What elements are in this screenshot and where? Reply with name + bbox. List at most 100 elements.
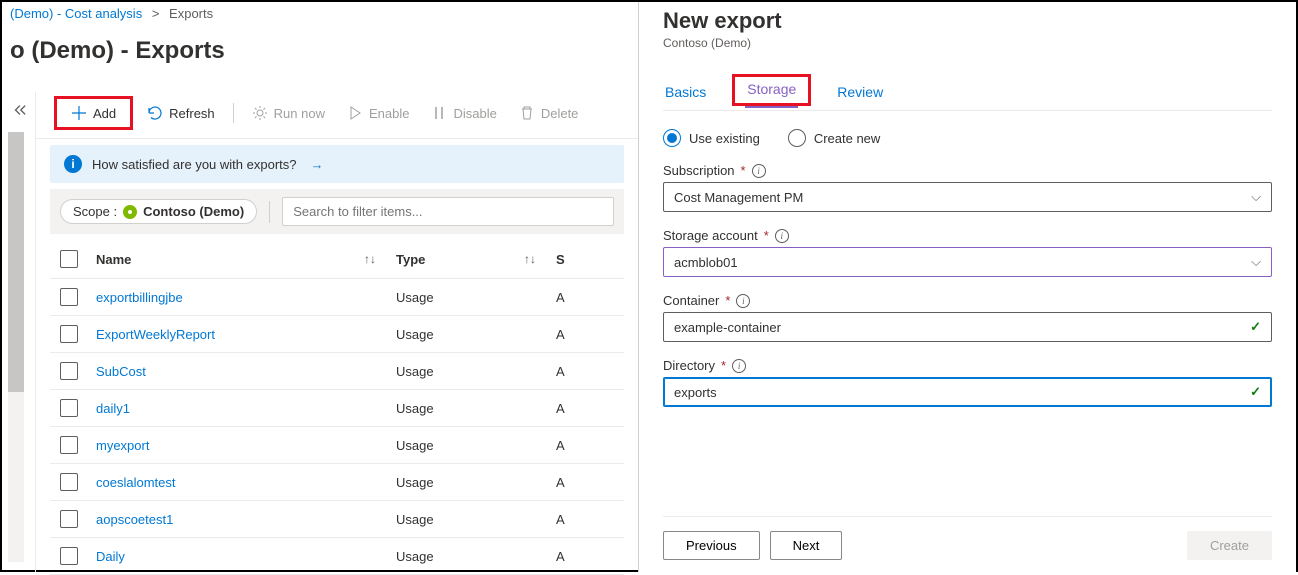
header-s[interactable]: S (556, 252, 565, 267)
storage-mode-radios: Use existing Create new (663, 129, 1272, 147)
row-name-link[interactable]: aopscoetest1 (96, 512, 396, 527)
radio-create-new[interactable]: Create new (788, 129, 880, 147)
row-name-link[interactable]: myexport (96, 438, 396, 453)
infobar-text: How satisfied are you with exports? (92, 157, 296, 172)
row-status: A (556, 290, 586, 305)
pause-icon (431, 105, 447, 121)
chevron-down-icon: ⌵ (1251, 189, 1261, 205)
info-icon[interactable]: i (752, 164, 766, 178)
row-type: Usage (396, 364, 556, 379)
refresh-icon (147, 105, 163, 121)
row-name-link[interactable]: coeslalomtest (96, 475, 396, 490)
row-type: Usage (396, 290, 556, 305)
row-name-link[interactable]: ExportWeeklyReport (96, 327, 396, 342)
scope-label: Scope : (73, 204, 117, 219)
table-row: aopscoetest1UsageA (50, 501, 624, 538)
gear-icon (252, 105, 268, 121)
row-checkbox[interactable] (60, 436, 78, 454)
info-icon: i (64, 155, 82, 173)
sort-icon[interactable]: ↑↓ (364, 252, 376, 266)
breadcrumb-current: Exports (169, 6, 213, 21)
toolbar-divider (233, 103, 234, 123)
arrow-right-icon: → (310, 157, 323, 172)
chevron-down-icon: ⌵ (1251, 254, 1261, 270)
breadcrumb-separator: > (152, 6, 160, 21)
row-name-link[interactable]: Daily (96, 549, 396, 564)
table-row: myexportUsageA (50, 427, 624, 464)
delete-button[interactable]: Delete (511, 101, 587, 125)
row-status: A (556, 438, 586, 453)
directory-input[interactable]: exports (663, 377, 1272, 407)
row-checkbox[interactable] (60, 547, 78, 565)
next-button[interactable]: Next (770, 531, 843, 560)
row-type: Usage (396, 438, 556, 453)
tab-storage[interactable]: Storage (745, 75, 798, 107)
collapse-sidebar-button[interactable] (2, 92, 36, 128)
page-title: o (Demo) - Exports (2, 25, 638, 81)
row-type: Usage (396, 512, 556, 527)
refresh-button[interactable]: Refresh (139, 101, 223, 125)
exports-table: Name↑↓ Type↑↓ S exportbillingjbeUsageAEx… (50, 240, 624, 575)
row-status: A (556, 512, 586, 527)
select-all-checkbox[interactable] (60, 250, 78, 268)
row-name-link[interactable]: exportbillingjbe (96, 290, 396, 305)
storage-account-select[interactable]: acmblob01⌵ (663, 247, 1272, 277)
scope-pill[interactable]: Scope : Contoso (Demo) (60, 199, 257, 224)
row-status: A (556, 401, 586, 416)
add-button[interactable]: Add (63, 101, 124, 125)
search-input[interactable] (282, 197, 614, 226)
panel-footer: Previous Next Create (663, 516, 1272, 560)
previous-button[interactable]: Previous (663, 531, 760, 560)
tab-storage-highlight: Storage (732, 74, 811, 106)
table-row: ExportWeeklyReportUsageA (50, 316, 624, 353)
info-icon[interactable]: i (736, 294, 750, 308)
row-checkbox[interactable] (60, 288, 78, 306)
row-checkbox[interactable] (60, 325, 78, 343)
header-name[interactable]: Name (96, 252, 131, 267)
run-now-button[interactable]: Run now (244, 101, 333, 125)
row-type: Usage (396, 401, 556, 416)
container-input[interactable]: example-container (663, 312, 1272, 342)
row-checkbox[interactable] (60, 473, 78, 491)
row-status: A (556, 327, 586, 342)
feedback-infobar[interactable]: i How satisfied are you with exports? → (50, 145, 624, 183)
plus-icon (71, 105, 87, 121)
create-button[interactable]: Create (1187, 531, 1272, 560)
new-export-panel: New export Contoso (Demo) Basics Storage… (638, 2, 1296, 572)
breadcrumb: (Demo) - Cost analysis > Exports (2, 2, 638, 25)
row-name-link[interactable]: SubCost (96, 364, 396, 379)
row-checkbox[interactable] (60, 362, 78, 380)
tab-review[interactable]: Review (835, 78, 885, 110)
storage-account-label: Storage account (663, 228, 758, 243)
header-type[interactable]: Type (396, 252, 425, 267)
row-checkbox[interactable] (60, 510, 78, 528)
row-type: Usage (396, 475, 556, 490)
info-icon[interactable]: i (732, 359, 746, 373)
subscription-label: Subscription (663, 163, 735, 178)
trash-icon (519, 105, 535, 121)
subscription-select[interactable]: Cost Management PM⌵ (663, 182, 1272, 212)
directory-label: Directory (663, 358, 715, 373)
row-type: Usage (396, 549, 556, 564)
disable-button[interactable]: Disable (423, 101, 504, 125)
panel-tabs: Basics Storage Review (663, 78, 1272, 111)
panel-subtitle: Contoso (Demo) (663, 36, 1272, 50)
sort-icon[interactable]: ↑↓ (524, 252, 536, 266)
play-icon (347, 105, 363, 121)
table-header: Name ↑↓ Type ↑↓ S (50, 240, 624, 279)
row-name-link[interactable]: daily1 (96, 401, 396, 416)
enable-button[interactable]: Enable (339, 101, 417, 125)
row-type: Usage (396, 327, 556, 342)
required-icon: * (721, 358, 726, 373)
required-icon: * (741, 163, 746, 178)
breadcrumb-link-cost[interactable]: (Demo) - Cost analysis (10, 6, 142, 21)
info-icon[interactable]: i (775, 229, 789, 243)
left-gutter (2, 92, 36, 572)
tab-basics[interactable]: Basics (663, 78, 708, 110)
row-status: A (556, 364, 586, 379)
table-row: DailyUsageA (50, 538, 624, 575)
container-label: Container (663, 293, 719, 308)
row-checkbox[interactable] (60, 399, 78, 417)
radio-use-existing[interactable]: Use existing (663, 129, 760, 147)
scrollbar-thumb[interactable] (8, 132, 24, 392)
